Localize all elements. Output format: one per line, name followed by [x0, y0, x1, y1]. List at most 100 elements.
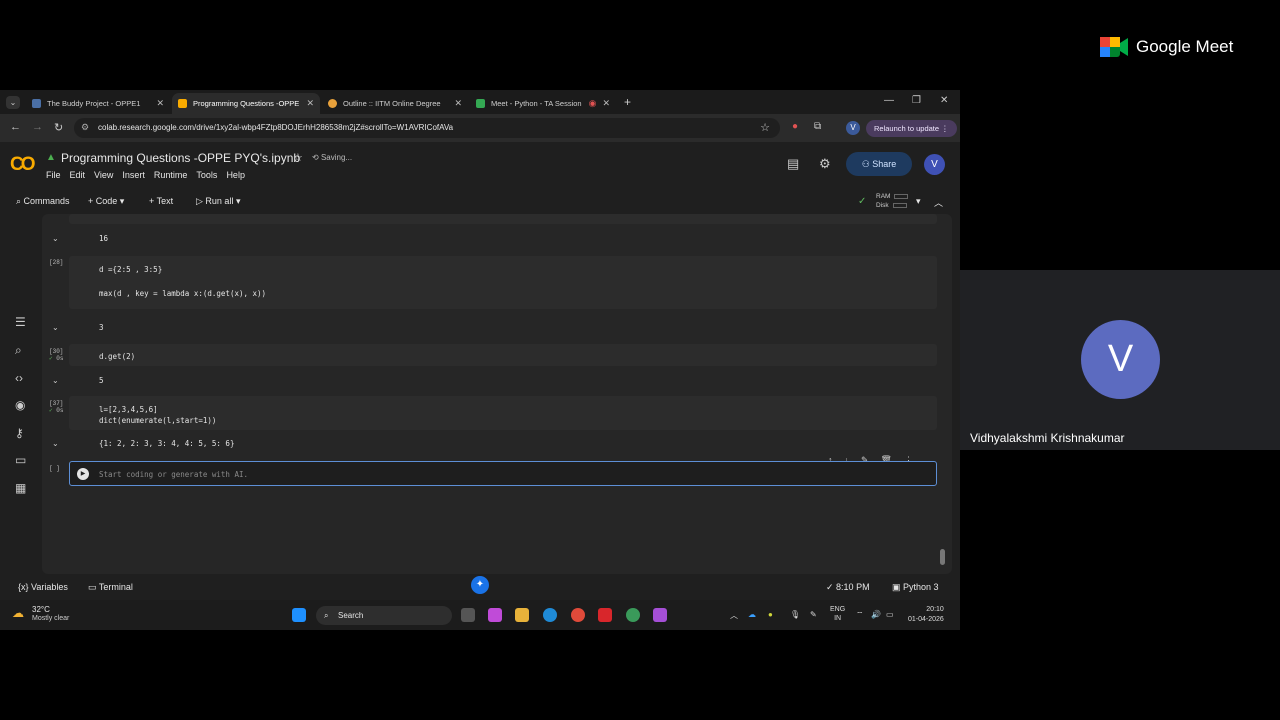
- microphone-icon[interactable]: 🎙: [790, 610, 800, 619]
- menu-tools[interactable]: Tools: [196, 170, 217, 180]
- extension-icon[interactable]: ●: [792, 121, 798, 132]
- files-folder-icon[interactable]: ▭: [15, 453, 26, 467]
- battery-icon[interactable]: ▭: [886, 610, 894, 619]
- runtime-type[interactable]: ▣ Python 3: [892, 582, 939, 593]
- last-run-time[interactable]: ✓ 8:10 PM: [826, 582, 870, 593]
- colab-favicon-icon: [178, 99, 187, 108]
- volume-icon[interactable]: 🔊: [871, 610, 881, 619]
- code-cell[interactable]: [37] ✓ 0s l=[2,3,4,5,6] dict(enumerate(l,…: [42, 396, 937, 454]
- task-view-icon[interactable]: [461, 608, 475, 622]
- tray-app-icon[interactable]: ●: [768, 610, 773, 619]
- secrets-key-icon[interactable]: ⚷: [15, 426, 24, 440]
- collapse-header-icon[interactable]: ︿: [934, 196, 943, 209]
- taskbar-search[interactable]: ⌕ Search: [316, 606, 452, 625]
- wifi-icon[interactable]: ⌔: [856, 610, 864, 620]
- menu-file[interactable]: File: [46, 170, 61, 180]
- commands-button[interactable]: ⌕ Commands: [16, 196, 70, 207]
- code-line: l=[2,3,4,5,6]: [99, 405, 158, 414]
- tab-programming-questions[interactable]: Programming Questions -OPPE ✕: [172, 93, 320, 114]
- collapse-output-icon[interactable]: ⌄: [52, 234, 59, 243]
- table-of-contents-icon[interactable]: ☰: [15, 315, 26, 329]
- close-tab-icon[interactable]: ✕: [454, 98, 462, 109]
- code-snippets-icon[interactable]: ‹›: [15, 371, 23, 385]
- weather-icon: ☁: [12, 606, 24, 620]
- variable-inspector-icon[interactable]: ◉: [15, 398, 25, 412]
- onenote-icon[interactable]: [653, 608, 667, 622]
- system-clock[interactable]: 20:10 01-04-2026: [908, 605, 944, 625]
- run-all-button[interactable]: ▷ Run all ▾: [196, 196, 240, 207]
- menu-help[interactable]: Help: [226, 170, 245, 180]
- code-cell[interactable]: [28] d ={2:5 , 3:5} max(d , key = lambda…: [42, 256, 937, 336]
- user-avatar[interactable]: V: [924, 154, 945, 175]
- star-notebook-icon[interactable]: ☆: [293, 151, 303, 164]
- add-code-button[interactable]: + Code ▾: [88, 196, 124, 207]
- show-hidden-icons-icon[interactable]: ︿: [730, 610, 738, 621]
- tab-outline-iitm[interactable]: Outline :: IITM Online Degree ✕: [322, 93, 468, 114]
- terminal-button[interactable]: ▭ Terminal: [88, 582, 133, 593]
- wps-icon[interactable]: [598, 608, 612, 622]
- colab-logo[interactable]: CO: [10, 154, 35, 176]
- notebook-title[interactable]: Programming Questions -OPPE PYQ's.ipynb: [61, 151, 300, 165]
- edge-icon[interactable]: [543, 608, 557, 622]
- relaunch-button[interactable]: Relaunch to update ⋮: [866, 120, 957, 137]
- iitm-favicon-icon: [328, 99, 337, 108]
- back-icon[interactable]: ←: [10, 121, 21, 133]
- chrome-profile-icon[interactable]: [626, 608, 640, 622]
- close-tab-icon[interactable]: ✕: [602, 98, 610, 109]
- new-tab-icon[interactable]: +: [624, 95, 631, 109]
- menu-view[interactable]: View: [94, 170, 113, 180]
- scrollbar[interactable]: [940, 549, 945, 565]
- pen-icon[interactable]: ✎: [810, 610, 817, 619]
- file-explorer-icon[interactable]: [515, 608, 529, 622]
- close-tab-icon[interactable]: ✕: [306, 98, 314, 109]
- url-bar[interactable]: ⚙ colab.research.google.com/drive/1xy2al…: [74, 118, 780, 138]
- restore-icon[interactable]: ❐: [912, 95, 921, 106]
- add-text-button[interactable]: + Text: [149, 196, 173, 206]
- resource-monitor[interactable]: RAM Disk: [876, 192, 909, 210]
- cell-output: 5: [99, 376, 104, 385]
- variables-button[interactable]: {x} Variables: [18, 582, 68, 592]
- data-table-icon[interactable]: ▦: [15, 481, 26, 495]
- find-replace-icon[interactable]: ⌕: [15, 343, 22, 358]
- menu-runtime[interactable]: Runtime: [154, 170, 188, 180]
- chrome-icon[interactable]: [571, 608, 585, 622]
- code-cell[interactable]: [30] ✓ 0s d.get(2) ⌄ 5: [42, 344, 937, 389]
- input-language[interactable]: ENG IN: [830, 605, 845, 623]
- reload-icon[interactable]: ↻: [54, 121, 63, 134]
- collapse-output-icon[interactable]: ⌄: [52, 323, 59, 332]
- search-icon: ⌕: [324, 611, 329, 620]
- run-cell-button[interactable]: ▶: [77, 468, 89, 480]
- onedrive-icon[interactable]: ☁: [748, 610, 756, 619]
- tab-buddy-project[interactable]: The Buddy Project - OPPE1 ✕: [26, 93, 170, 114]
- temperature[interactable]: 32°C: [32, 605, 50, 614]
- minimize-icon[interactable]: —: [884, 95, 894, 106]
- code-cell[interactable]: ⌄ 16: [42, 214, 937, 249]
- close-window-icon[interactable]: ✕: [940, 95, 948, 106]
- tab-meet-python[interactable]: Meet - Python - TA Session ◉ ✕: [470, 93, 616, 114]
- profile-avatar[interactable]: V: [846, 121, 860, 135]
- participant-tile[interactable]: V Vidhyalakshmi Krishnakumar: [960, 270, 1280, 450]
- extensions-puzzle-icon[interactable]: ⧉: [814, 121, 821, 132]
- windows-taskbar: ☁ 32°C Mostly clear ⌕ Search ︿ ☁ ● 🎙 ✎ E…: [0, 600, 960, 630]
- google-meet-logo-icon: [1100, 37, 1128, 57]
- code-input[interactable]: Start coding or generate with AI.: [99, 470, 248, 479]
- forward-icon[interactable]: →: [32, 121, 43, 133]
- settings-gear-icon[interactable]: ⚙: [819, 156, 831, 172]
- site-info-icon[interactable]: ⚙: [81, 122, 89, 133]
- gemini-icon[interactable]: ✦: [471, 576, 489, 594]
- share-button[interactable]: ⚇ Share: [846, 152, 912, 176]
- bookmark-star-icon[interactable]: ☆: [760, 121, 770, 134]
- close-tab-icon[interactable]: ✕: [156, 98, 164, 109]
- menu-edit[interactable]: Edit: [70, 170, 86, 180]
- shared-screen: ⌄ The Buddy Project - OPPE1 ✕ Programmin…: [0, 90, 960, 630]
- tab-search-icon[interactable]: ⌄: [6, 96, 20, 109]
- active-code-cell[interactable]: ▶ Start coding or generate with AI.: [69, 461, 937, 486]
- copilot-icon[interactable]: [488, 608, 502, 622]
- collapse-output-icon[interactable]: ⌄: [52, 376, 59, 385]
- collapse-output-icon[interactable]: ⌄: [52, 439, 59, 448]
- windows-start-icon[interactable]: [292, 608, 306, 622]
- runtime-dropdown-icon[interactable]: ▾: [916, 196, 921, 207]
- menu-insert[interactable]: Insert: [122, 170, 145, 180]
- comments-icon[interactable]: ▤: [787, 156, 799, 172]
- participant-name: Vidhyalakshmi Krishnakumar: [970, 431, 1125, 445]
